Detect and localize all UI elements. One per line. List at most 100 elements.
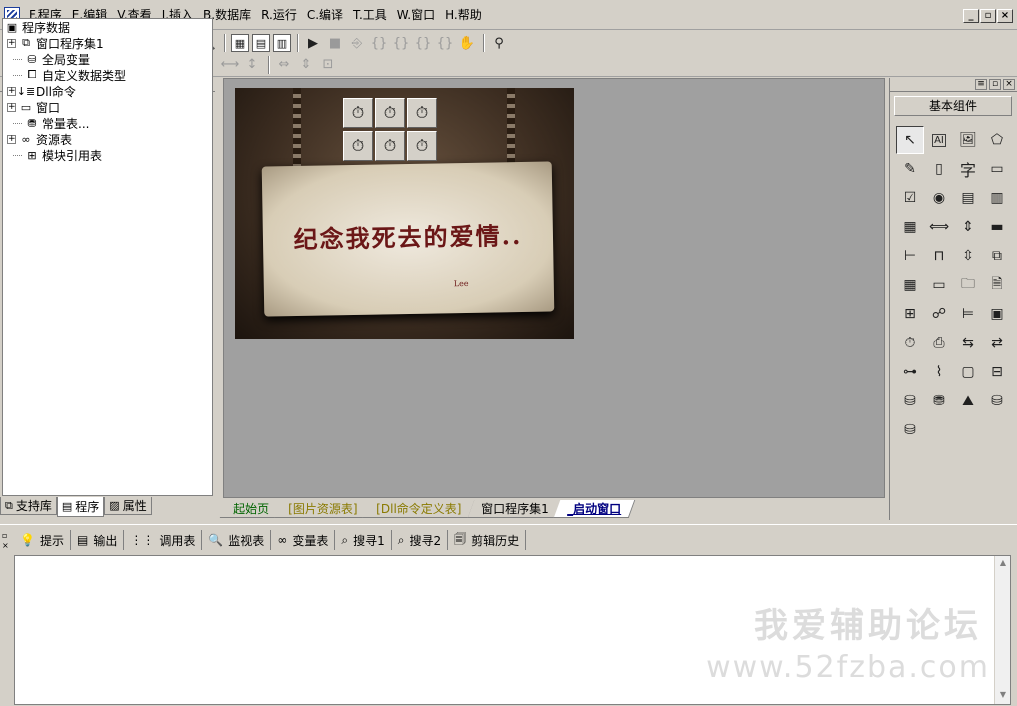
slider-icon[interactable]: ⊢ — [896, 242, 924, 270]
expand-icon[interactable]: + — [7, 134, 16, 144]
step-icon[interactable]: ⎆ — [347, 33, 367, 53]
label-component-icon[interactable]: AI — [925, 126, 953, 154]
restore-button[interactable]: ▫ — [980, 9, 996, 23]
tab-start-page[interactable]: 起始页 — [219, 500, 284, 518]
odbc-icon[interactable]: ⛁ — [983, 387, 1011, 415]
scroll-down-icon[interactable]: ▼ — [997, 690, 1009, 702]
spacing-vertical-icon[interactable]: ↕ — [242, 55, 262, 75]
spacing-horizontal-icon[interactable]: ⟷ — [220, 55, 240, 75]
menu-lines-icon[interactable]: ≡ — [975, 79, 987, 90]
computer-link-icon[interactable]: ⊶ — [896, 358, 924, 386]
table-component-icon[interactable]: ⊟ — [983, 358, 1011, 386]
basic-components-header[interactable]: 基本组件 — [894, 96, 1012, 116]
database-provider-icon[interactable]: ⛃ — [925, 387, 953, 415]
step-out-icon[interactable]: {} — [413, 33, 433, 53]
checkbox-icon[interactable]: ☑ — [896, 184, 924, 212]
panel-grip[interactable]: ▫ × — [2, 531, 10, 701]
timer-icon[interactable]: ⏱ — [375, 131, 405, 161]
timer-icon[interactable]: ⏱ — [375, 98, 405, 128]
shape-icon[interactable]: ⬠ — [983, 126, 1011, 154]
tab-call-stack[interactable]: ⋮⋮ 调用表 — [124, 530, 203, 550]
minimize-button[interactable]: _ — [963, 9, 979, 23]
hscrollbar-icon[interactable]: ⟺ — [925, 213, 953, 241]
panel-close-icon[interactable]: × — [1003, 79, 1015, 90]
tree-item-global-var[interactable]: ⛁ 全局变量 — [3, 51, 212, 67]
layout-left-icon[interactable]: ▦ — [231, 34, 249, 52]
progress-icon[interactable]: ▬ — [983, 213, 1011, 241]
tree-item-module[interactable]: ⊞ 模块引用表 — [3, 147, 212, 163]
tree-item-constant[interactable]: ⛃ 常量表... — [3, 115, 212, 131]
expand-icon[interactable]: + — [7, 38, 16, 48]
menu-window[interactable]: W.窗口 — [392, 6, 440, 23]
outline-box-icon[interactable]: ▢ — [954, 358, 982, 386]
tab-search-1[interactable]: ⌕ 搜寻1 — [335, 530, 392, 550]
same-size-icon[interactable]: ⊡ — [318, 55, 338, 75]
pin-icon[interactable]: ▫ — [989, 79, 1001, 90]
layout-right-icon[interactable]: ▥ — [273, 34, 291, 52]
list-box-icon[interactable]: ▯ — [925, 155, 953, 183]
grid-icon[interactable]: ⊞ — [896, 300, 924, 328]
tab-watch[interactable]: 🔍 监视表 — [202, 530, 272, 550]
timer-icon[interactable]: ⏱ — [343, 131, 373, 161]
document-icon[interactable]: 🗎 — [983, 271, 1011, 299]
output-area[interactable]: 我爱辅助论坛 www.52fzba.com ▲ ▼ — [14, 555, 1011, 705]
binoculars-icon[interactable]: ⚲ — [489, 33, 509, 53]
step-into-icon[interactable]: {} — [369, 33, 389, 53]
combo-list-icon[interactable]: ▤ — [954, 184, 982, 212]
run-icon[interactable]: ▶ — [303, 33, 323, 53]
scroll-up-icon[interactable]: ▲ — [997, 558, 1009, 570]
hand-icon[interactable]: ✋ — [457, 33, 477, 53]
close-button[interactable]: × — [997, 9, 1013, 23]
pointer-icon[interactable]: ↖ — [896, 126, 924, 154]
tree-item-window[interactable]: + ▭ 窗口 — [3, 99, 212, 115]
panel-icon[interactable]: ⊓ — [925, 242, 953, 270]
menu-compile[interactable]: C.编译 — [302, 6, 348, 23]
image-list-icon[interactable]: ⧉ — [983, 242, 1011, 270]
calendar-icon[interactable]: ▦ — [896, 271, 924, 299]
edit-box-icon[interactable]: ✎ — [896, 155, 924, 183]
button-icon[interactable]: ▭ — [925, 271, 953, 299]
radio-icon[interactable]: ◉ — [925, 184, 953, 212]
timer-icon[interactable]: ⏱ — [407, 131, 437, 161]
timer-icon[interactable]: ⏱ — [343, 98, 373, 128]
network-icon[interactable]: ☍ — [925, 300, 953, 328]
chart-icon[interactable]: ⛰ — [954, 387, 982, 415]
tree-item-program-data[interactable]: ▣ 程序数据 — [3, 19, 212, 35]
picture-box-icon[interactable]: 🖼 — [954, 126, 982, 154]
vertical-scrollbar[interactable]: ▲ ▼ — [994, 556, 1010, 704]
same-width-icon[interactable]: ⇔ — [274, 55, 294, 75]
odbc-source-icon[interactable]: ⛁ — [896, 416, 924, 444]
tree-item-custom-type[interactable]: ⧠ 自定义数据类型 — [3, 67, 212, 83]
list-view-icon[interactable]: ▥ — [983, 184, 1011, 212]
serial-port-icon[interactable]: ⌇ — [925, 358, 953, 386]
tab-clipboard-history[interactable]: 🗐 剪辑历史 — [448, 530, 527, 550]
ruler-icon[interactable]: ⊨ — [954, 300, 982, 328]
tab-dll-definitions[interactable]: [Dll命令定义表] — [363, 500, 476, 518]
form-designer[interactable]: 纪念我死去的爱情.. Lee ⏱ ⏱ ⏱ ⏱ ⏱ ⏱ — [223, 78, 885, 498]
folder-icon[interactable]: 🗀 — [954, 271, 982, 299]
printer-icon[interactable]: ⎙ — [925, 329, 953, 357]
toolbar-component-icon[interactable]: ▣ — [983, 300, 1011, 328]
startup-window-image[interactable]: 纪念我死去的爱情.. Lee ⏱ ⏱ ⏱ ⏱ ⏱ ⏱ — [235, 88, 574, 339]
tab-support-library[interactable]: ⧉ 支持库 — [0, 497, 57, 515]
step-over-icon[interactable]: {} — [391, 33, 411, 53]
server-client-icon[interactable]: ⇄ — [983, 329, 1011, 357]
tab-image-resources[interactable]: [图片资源表] — [274, 500, 372, 518]
tree-item-resource[interactable]: + ∞ 资源表 — [3, 131, 212, 147]
tab-startup-window[interactable]: _启动窗口 — [554, 500, 636, 518]
menu-tools[interactable]: T.工具 — [348, 6, 392, 23]
client-server-icon[interactable]: ⇆ — [954, 329, 982, 357]
timer-icon[interactable]: ⏱ — [407, 98, 437, 128]
tab-variables[interactable]: ∞ 变量表 — [271, 530, 336, 550]
tab-properties[interactable]: ▨ 属性 — [104, 497, 152, 515]
database-table-icon[interactable]: ⛁ — [896, 387, 924, 415]
spin-icon[interactable]: ⇳ — [954, 242, 982, 270]
layout-bottom-icon[interactable]: ▤ — [252, 34, 270, 52]
frame-icon[interactable]: ▭ — [983, 155, 1011, 183]
expand-icon[interactable]: + — [7, 102, 16, 112]
tree-item-dll[interactable]: + ↓≣ Dll命令 — [3, 83, 212, 99]
run-to-cursor-icon[interactable]: {} — [435, 33, 455, 53]
tab-output[interactable]: ▤ 输出 — [71, 530, 125, 550]
tree-item-assembly[interactable]: + ⧉ 窗口程序集1 — [3, 35, 212, 51]
stop-icon[interactable]: ■ — [325, 33, 345, 53]
